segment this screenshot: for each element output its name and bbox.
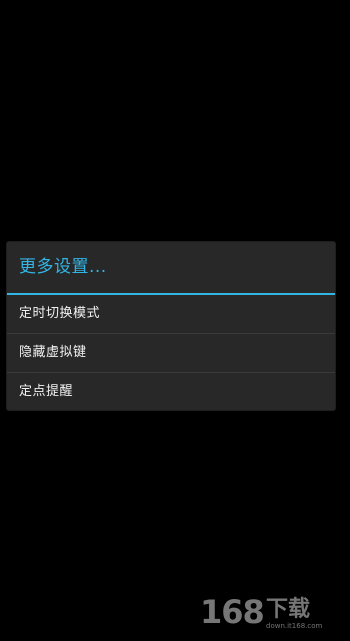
menu-item-timed-switch-mode[interactable]: 定时切换模式 — [7, 295, 335, 333]
watermark-logo: 168 下载 down.it168.com — [200, 593, 340, 633]
watermark-url: down.it168.com — [266, 622, 323, 630]
menu-item-hide-virtual-keys[interactable]: 隐藏虚拟键 — [7, 334, 335, 372]
menu-list: 定时切换模式 隐藏虚拟键 定点提醒 — [7, 295, 335, 411]
more-settings-dialog: 更多设置... 定时切换模式 隐藏虚拟键 定点提醒 — [7, 242, 335, 410]
menu-item-scheduled-reminder[interactable]: 定点提醒 — [7, 373, 335, 411]
watermark-text: 下载 — [266, 597, 311, 622]
watermark-number: 168 — [200, 593, 265, 631]
dialog-title: 更多设置... — [19, 257, 107, 277]
